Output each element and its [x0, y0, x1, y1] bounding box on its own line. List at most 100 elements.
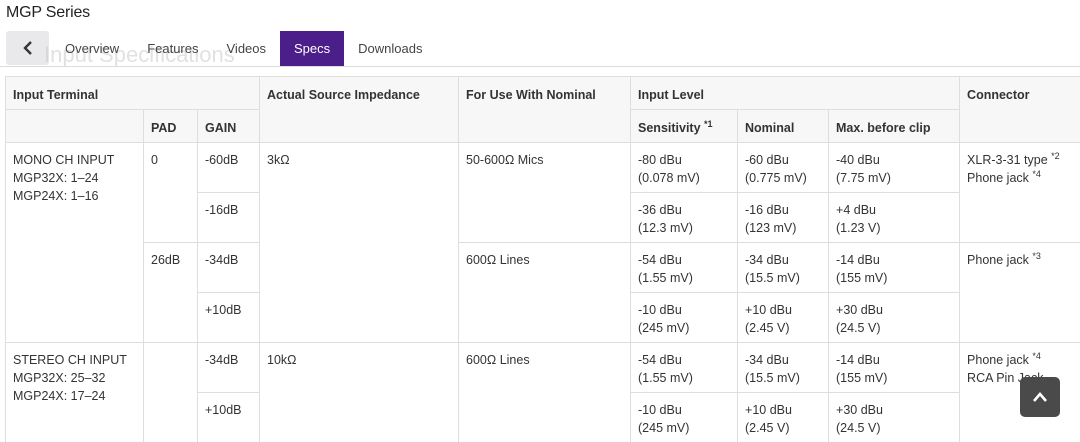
header-sensitivity: Sensitivity *1 — [630, 109, 739, 143]
footnote-ref: *1 — [704, 118, 713, 129]
value-volts: (0.078 mV) — [638, 171, 700, 185]
header-divider — [0, 66, 1080, 67]
header-pad: PAD — [143, 109, 198, 143]
header-nominal-use: For Use With Nominal — [458, 76, 632, 143]
value-volts: (15.5 mV) — [745, 271, 800, 285]
header-impedance: Actual Source Impedance — [259, 76, 460, 143]
sensitivity-cell: -54 dBu (1.55 mV) — [630, 342, 739, 393]
header-nominal: Nominal — [737, 109, 830, 143]
gain-cell: -16dB — [196, 192, 261, 243]
connector-phone: Phone jack *3 — [967, 251, 1078, 269]
scroll-to-top-button[interactable] — [1020, 377, 1060, 417]
impedance-cell: 10kΩ — [259, 342, 460, 442]
value-dbu: -16 dBu — [745, 203, 789, 217]
value-dbu: -36 dBu — [638, 203, 682, 217]
impedance-cell: 3kΩ — [259, 142, 460, 343]
value-dbu: -10 dBu — [638, 303, 682, 317]
terminal-name: MONO CH INPUT — [13, 153, 115, 167]
footnote-ref: *4 — [1032, 168, 1041, 179]
table-row: 26dB -34dB 600Ω Lines -54 dBu (1.55 mV) -… — [6, 242, 1080, 343]
value-volts: (2.45 V) — [745, 321, 790, 335]
nominal-use-cell: 50-600Ω Mics — [458, 142, 632, 243]
chevron-left-icon — [22, 41, 32, 55]
value-dbu: -60 dBu — [745, 153, 789, 167]
tab-features[interactable]: Features — [133, 31, 212, 66]
terminal-range: MGP24X: 17–24 — [13, 389, 106, 403]
terminal-range: MGP32X: 1–24 — [13, 171, 99, 185]
value-dbu: -10 dBu — [638, 403, 682, 417]
value-dbu: -54 dBu — [638, 353, 682, 367]
value-volts: (1.55 mV) — [638, 271, 693, 285]
nominal-cell: -16 dBu (123 mV) — [737, 192, 830, 243]
sensitivity-cell: -10 dBu (245 mV) — [630, 292, 739, 343]
nominal-cell: -34 dBu (15.5 mV) — [737, 242, 830, 293]
series-title: MGP Series — [6, 4, 90, 21]
max-clip-cell: -40 dBu (7.75 mV) — [828, 142, 961, 193]
value-dbu: +4 dBu — [836, 203, 876, 217]
value-dbu: -14 dBu — [836, 353, 880, 367]
value-dbu: +10 dBu — [745, 403, 792, 417]
terminal-range: MGP32X: 25–32 — [13, 371, 106, 385]
nominal-cell: +10 dBu (2.45 V) — [737, 392, 830, 442]
connector-phone: Phone jack *4 — [967, 351, 1078, 369]
connector-phone: Phone jack *4 — [967, 169, 1078, 187]
tab-overview[interactable]: Overview — [51, 31, 133, 66]
nominal-cell: -60 dBu (0.775 mV) — [737, 142, 830, 193]
pad-cell — [143, 342, 198, 442]
value-volts: (2.45 V) — [745, 421, 790, 435]
connector-cell: XLR-3-31 type *2 Phone jack *4 — [959, 142, 1080, 243]
value-dbu: -34 dBu — [745, 353, 789, 367]
value-dbu: +10 dBu — [745, 303, 792, 317]
header-gain: GAIN — [196, 109, 261, 143]
tab-bar: Overview Features Videos Specs Downloads — [51, 31, 436, 66]
nominal-cell: +10 dBu (2.45 V) — [737, 292, 830, 343]
max-clip-cell: -14 dBu (155 mV) — [828, 342, 961, 393]
tab-videos[interactable]: Videos — [213, 31, 281, 66]
nominal-use-cell: 600Ω Lines — [458, 242, 632, 343]
connector-xlr: XLR-3-31 type *2 — [967, 151, 1078, 169]
sensitivity-cell: -80 dBu (0.078 mV) — [630, 142, 739, 193]
value-dbu: -14 dBu — [836, 253, 880, 267]
connector-cell: Phone jack *3 — [959, 242, 1080, 343]
value-dbu: -80 dBu — [638, 153, 682, 167]
connector-xlr-label: XLR-3-31 type — [967, 153, 1048, 167]
input-specifications-table: Input Terminal Actual Source Impedance F… — [4, 76, 1080, 442]
value-volts: (1.23 V) — [836, 221, 881, 235]
pad-cell: 0 — [143, 142, 198, 243]
chevron-up-icon — [1033, 392, 1047, 402]
gain-cell: -60dB — [196, 142, 261, 193]
header-input-level: Input Level — [630, 76, 961, 110]
value-dbu: +30 dBu — [836, 303, 883, 317]
value-volts: (15.5 mV) — [745, 371, 800, 385]
stereo-terminal-cell: STEREO CH INPUT MGP32X: 25–32 MGP24X: 17… — [5, 342, 144, 442]
back-button[interactable] — [6, 31, 49, 65]
page-header: MGP Series Input Specifications Overview… — [0, 0, 1080, 68]
sensitivity-cell: -10 dBu (245 mV) — [630, 392, 739, 442]
value-volts: (24.5 V) — [836, 421, 881, 435]
connector-phone-label: Phone jack — [967, 353, 1029, 367]
table-row: MONO CH INPUT MGP32X: 1–24 MGP24X: 1–16 … — [5, 142, 1080, 343]
max-clip-cell: -14 dBu (155 mV) — [828, 242, 961, 293]
value-dbu: -54 dBu — [638, 253, 682, 267]
gain-cell: +10dB — [196, 292, 261, 343]
value-volts: (7.75 mV) — [836, 171, 891, 185]
connector-phone-label: Phone jack — [967, 253, 1029, 267]
header-max-clip: Max. before clip — [828, 109, 961, 143]
gain-cell: +10dB — [196, 392, 261, 442]
value-dbu: -40 dBu — [836, 153, 880, 167]
gain-cell: -34dB — [196, 242, 261, 293]
tab-specs[interactable]: Specs — [280, 31, 345, 66]
subheader-blank — [5, 109, 144, 143]
table-row: STEREO CH INPUT MGP32X: 25–32 MGP24X: 17… — [5, 342, 1080, 442]
pad-cell: 26dB — [143, 242, 198, 343]
table-header-row: Input Terminal Actual Source Impedance F… — [4, 76, 1080, 143]
mono-terminal-cell: MONO CH INPUT MGP32X: 1–24 MGP24X: 1–16 — [5, 142, 144, 343]
sensitivity-cell: -36 dBu (12.3 mV) — [630, 192, 739, 243]
value-volts: (24.5 V) — [836, 321, 881, 335]
max-clip-cell: +30 dBu (24.5 V) — [828, 292, 961, 343]
footnote-ref: *4 — [1032, 350, 1041, 361]
tab-downloads[interactable]: Downloads — [344, 31, 436, 66]
footnote-ref: *3 — [1032, 250, 1041, 261]
nominal-cell: -34 dBu (15.5 mV) — [737, 342, 830, 393]
header-sensitivity-label: Sensitivity — [638, 121, 701, 135]
